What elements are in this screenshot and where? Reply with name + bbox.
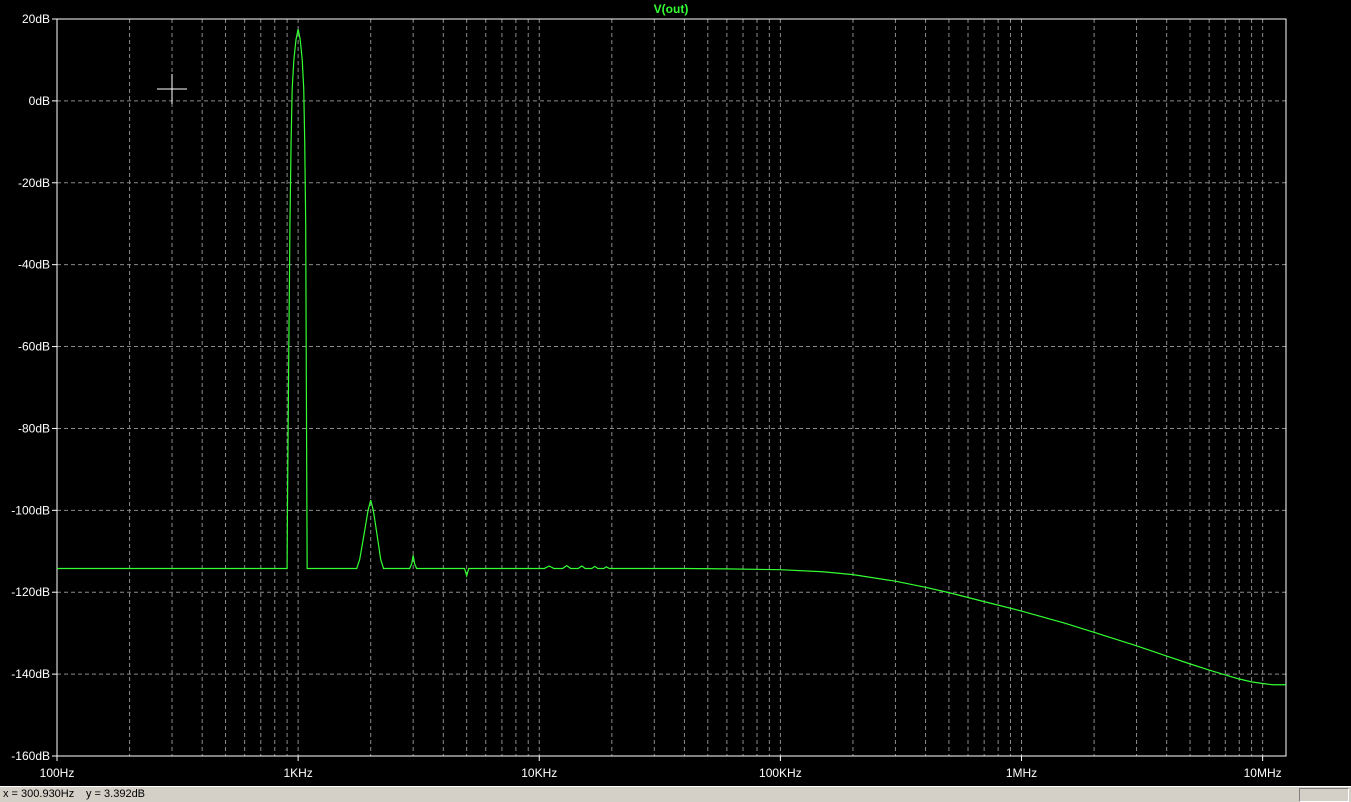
y-tick-label: -160dB bbox=[11, 749, 50, 763]
x-tick-label: 1MHz bbox=[1006, 766, 1037, 780]
cursor-y-readout: y = 3.392dB bbox=[86, 788, 146, 800]
cursor-x-readout: x = 300.930Hz bbox=[3, 788, 75, 800]
y-tick-label: -120dB bbox=[11, 585, 50, 599]
x-tick-label: 1KHz bbox=[283, 766, 312, 780]
y-tick-label: -140dB bbox=[11, 667, 50, 681]
x-tick-label: 10KHz bbox=[521, 766, 557, 780]
status-bar: x = 300.930Hz y = 3.392dB bbox=[0, 786, 1351, 802]
x-tick-label: 100Hz bbox=[40, 766, 75, 780]
trace-title[interactable]: V(out) bbox=[654, 2, 689, 16]
y-tick-label: 20dB bbox=[22, 12, 50, 26]
y-tick-label: -100dB bbox=[11, 503, 50, 517]
y-tick-label: -60dB bbox=[18, 340, 50, 354]
y-tick-label: -40dB bbox=[18, 258, 50, 272]
status-panel bbox=[1299, 788, 1349, 802]
y-tick-label: -80dB bbox=[18, 421, 50, 435]
x-tick-label: 100KHz bbox=[759, 766, 802, 780]
x-tick-label: 10MHz bbox=[1244, 766, 1282, 780]
y-tick-label: -20dB bbox=[18, 176, 50, 190]
plot-area[interactable]: V(out) 20dB 0dB -20dB -40dB -60dB -80dB -100dB… bbox=[0, 0, 1351, 786]
y-tick-label: 0dB bbox=[29, 94, 50, 108]
